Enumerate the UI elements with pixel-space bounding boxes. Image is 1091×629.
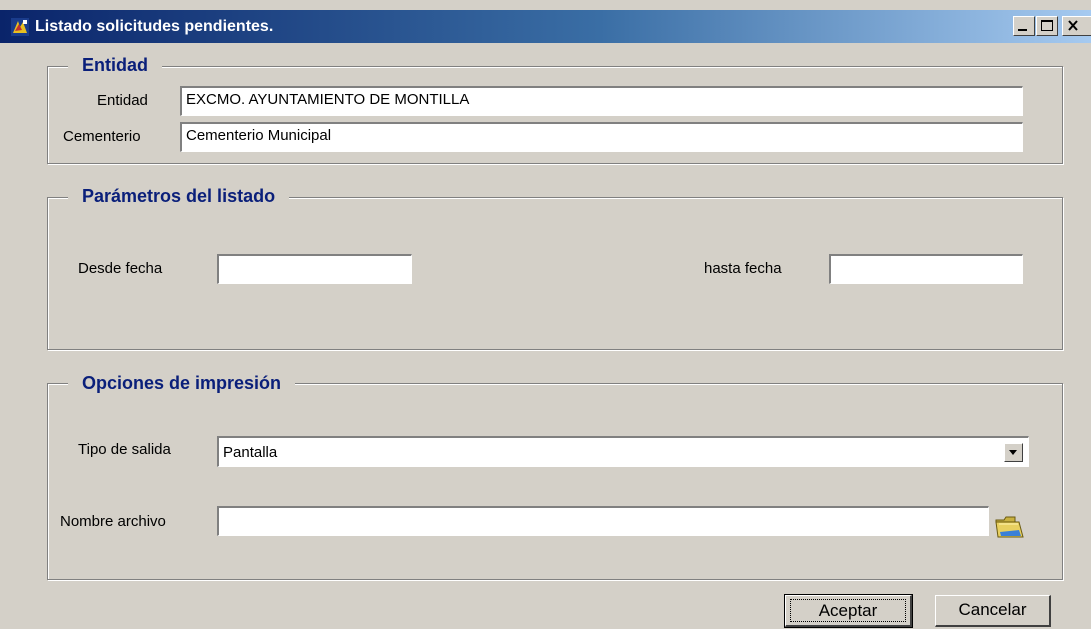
entidad-label: Entidad: [97, 92, 148, 109]
nombre-archivo-label: Nombre archivo: [60, 513, 166, 530]
cementerio-field[interactable]: Cementerio Municipal: [180, 122, 1023, 152]
chevron-down-icon: [1009, 450, 1017, 455]
browse-folder-button[interactable]: [993, 510, 1025, 542]
maximize-icon: [1041, 20, 1053, 31]
aceptar-button[interactable]: Aceptar: [784, 594, 913, 628]
cementerio-label: Cementerio: [63, 128, 141, 145]
opciones-group: [47, 383, 1063, 580]
close-button[interactable]: [1062, 16, 1091, 36]
report-window: Listado solicitudes pendientes. Entidad …: [0, 0, 1091, 629]
opciones-group-title: Opciones de impresión: [68, 373, 296, 394]
entidad-group-title: Entidad: [68, 55, 162, 76]
desde-fecha-label: Desde fecha: [78, 260, 163, 277]
minimize-button[interactable]: [1013, 16, 1035, 36]
hasta-fecha-label: hasta fecha: [704, 260, 782, 277]
tipo-salida-label: Tipo de salida: [78, 441, 171, 458]
tipo-salida-dropdown-button[interactable]: [1004, 443, 1023, 462]
cancelar-button[interactable]: Cancelar: [935, 595, 1051, 627]
maximize-button[interactable]: [1036, 16, 1058, 36]
desde-fecha-input[interactable]: [217, 254, 412, 284]
aceptar-label: Aceptar: [790, 599, 906, 622]
nombre-archivo-input[interactable]: [217, 506, 989, 536]
app-icon: [11, 18, 29, 36]
tipo-salida-select[interactable]: Pantalla: [217, 436, 1029, 467]
window-title: Listado solicitudes pendientes.: [35, 18, 274, 35]
folder-icon: [995, 516, 1024, 538]
title-bar: Listado solicitudes pendientes.: [0, 10, 1091, 43]
close-icon: [1068, 20, 1078, 31]
minimize-icon: [1018, 29, 1027, 31]
hasta-fecha-input[interactable]: [829, 254, 1023, 284]
parametros-group-title: Parámetros del listado: [68, 186, 290, 207]
entidad-field[interactable]: EXCMO. AYUNTAMIENTO DE MONTILLA: [180, 86, 1023, 116]
